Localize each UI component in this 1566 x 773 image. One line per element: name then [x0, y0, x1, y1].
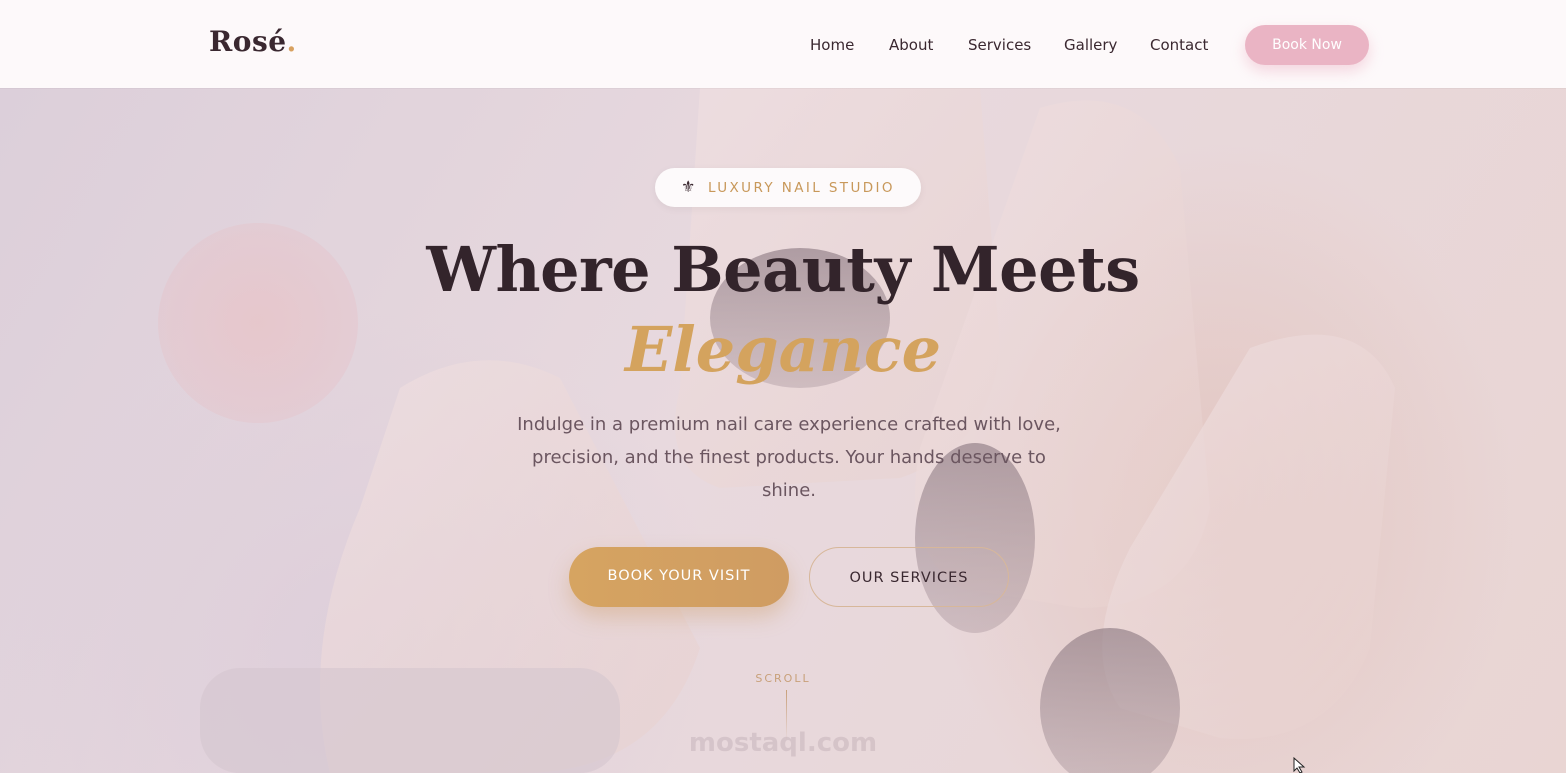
site-header: Rosé. Home About Services Gallery Contac… [0, 0, 1566, 88]
brand-name: Rosé [209, 25, 287, 58]
mouse-cursor-icon [1293, 757, 1306, 773]
nav-contact[interactable]: Contact [1150, 36, 1208, 54]
brand-logo[interactable]: Rosé. [209, 25, 297, 58]
book-now-button[interactable]: Book Now [1245, 25, 1369, 65]
badge-label: LUXURY NAIL STUDIO [708, 180, 895, 196]
sparkle-icon: ⚜ [681, 177, 696, 196]
watermark: mostaql.com [688, 728, 878, 758]
book-visit-button[interactable]: BOOK YOUR VISIT [569, 547, 789, 607]
hero-badge: ⚜ LUXURY NAIL STUDIO [655, 168, 921, 207]
hero-section: ⚜ LUXURY NAIL STUDIO Where Beauty Meets … [0, 88, 1566, 773]
scroll-indicator-label[interactable]: SCROLL [0, 672, 1566, 685]
hero-subtitle: Indulge in a premium nail care experienc… [517, 414, 1061, 501]
hero-headline-accent: Elegance [624, 313, 942, 386]
nav-services[interactable]: Services [968, 36, 1031, 54]
brand-dot: . [286, 25, 297, 58]
nav-home[interactable]: Home [810, 36, 854, 54]
nav-about[interactable]: About [889, 36, 933, 54]
our-services-button[interactable]: OUR SERVICES [809, 547, 1009, 607]
hero-headline: Where Beauty Meets [426, 233, 1140, 306]
nav-gallery[interactable]: Gallery [1064, 36, 1117, 54]
